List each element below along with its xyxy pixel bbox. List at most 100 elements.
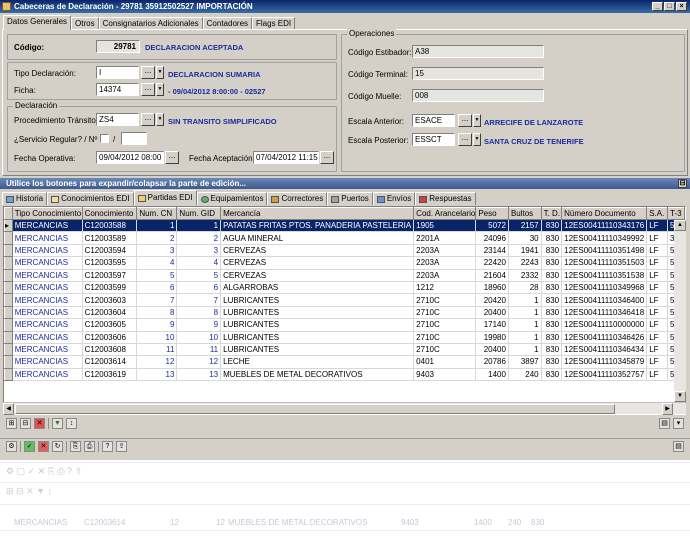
column-header[interactable]: T. D. — [540, 207, 563, 220]
refresh-icon[interactable]: ↻ — [52, 440, 63, 452]
row-indicator[interactable] — [4, 330, 13, 344]
grid-horizontal-scrollbar[interactable]: ◀ ▶ — [3, 402, 686, 415]
export-icon[interactable]: ⇪ — [116, 440, 127, 452]
escala-anterior-field[interactable]: ESACE — [412, 114, 455, 127]
column-header[interactable]: Num. CN — [136, 207, 178, 220]
column-header[interactable]: S.A. — [646, 207, 668, 220]
tab-correctores[interactable]: Correctores — [267, 192, 328, 205]
window-title-bar[interactable]: Cabeceras de Declaración - 29781 3591250… — [0, 0, 690, 13]
row-indicator[interactable] — [4, 367, 13, 382]
table-row[interactable]: MERCANCIAS C12003604 8 8 LUBRICANTES 2710C 204… — [4, 305, 685, 320]
tab-envios[interactable]: Envíos — [372, 192, 416, 205]
proc-field[interactable]: ZS4 — [96, 113, 139, 126]
tab-equipamientos[interactable]: Equipamientos — [196, 192, 268, 205]
tab-historia[interactable]: Historia — [2, 192, 48, 205]
table-row[interactable]: MERCANCIAS C12003589 2 2 AGUA MINERAL 2201A 24… — [4, 231, 685, 245]
table-row[interactable]: MERCANCIAS C12003595 4 4 CERVEZAS 2203A 22420 2… — [4, 256, 685, 270]
scroll-left-icon[interactable]: ◀ — [3, 403, 14, 415]
grid-layout-icon[interactable]: ▤ — [659, 418, 670, 429]
expand-collapse-bar[interactable]: Utilice los botones para expandir/colaps… — [0, 178, 690, 189]
table-row[interactable]: MERCANCIAS C12003606 10 10 LUBRICANTES 2710C 1… — [4, 330, 685, 344]
tab-conocimientos-edi[interactable]: Conocimientos EDI — [47, 192, 134, 205]
table-row[interactable]: MERCANCIAS C12003614 12 12 LECHE 0401 20786 389… — [4, 355, 685, 369]
first-record-icon[interactable]: ⊞ — [6, 418, 17, 429]
hscroll-thumb[interactable] — [15, 404, 615, 414]
column-header[interactable]: Mercancía — [220, 207, 415, 220]
help-icon[interactable]: ? — [102, 440, 113, 452]
column-header[interactable]: Tipo Conocimiento — [11, 207, 83, 220]
proc-dropdown-icon[interactable]: ▼ — [156, 113, 164, 126]
row-indicator[interactable] — [4, 318, 13, 332]
accept-icon[interactable]: ✓ — [24, 440, 35, 452]
copy-icon[interactable]: ⎘ — [70, 440, 81, 452]
column-header[interactable]: T-3 — [667, 207, 685, 220]
scroll-down-icon[interactable]: ▼ — [674, 391, 686, 402]
delete-record-icon[interactable]: ✕ — [34, 418, 45, 429]
tab-datos-generales[interactable]: Datos Generales — [3, 15, 72, 30]
escala-anterior-dropdown-icon[interactable]: ▼ — [473, 114, 481, 127]
row-indicator[interactable] — [4, 268, 13, 282]
fecha-operativa-field[interactable]: 09/04/2012 08:00 — [96, 151, 164, 164]
table-row[interactable]: MERCANCIAS C12003599 6 6 ALGARROBAS 1212 18960… — [4, 280, 685, 295]
tools-icon[interactable]: ⚙ — [6, 440, 17, 452]
proc-lookup-button[interactable]: ... — [141, 113, 155, 126]
grid-vertical-scrollbar[interactable]: ▲ ▼ — [674, 220, 686, 402]
table-row[interactable]: MERCANCIAS C12003605 9 9 LUBRICANTES 2710C 171… — [4, 318, 685, 332]
table-row[interactable]: MERCANCIAS C12003597 5 5 CERVEZAS 2203A 21604 2… — [4, 268, 685, 282]
table-row[interactable]: MERCANCIAS C12003603 7 7 LUBRICANTES 2710C 204… — [4, 293, 685, 307]
grid-options-icon[interactable]: ▾ — [673, 418, 684, 429]
row-indicator[interactable] — [4, 342, 13, 357]
ficha-field[interactable]: 14374 — [96, 83, 139, 96]
row-indicator[interactable] — [4, 293, 13, 307]
estibador-field[interactable]: A38 — [412, 45, 544, 58]
row-indicator[interactable] — [4, 305, 13, 320]
row-indicator[interactable]: ▸ — [4, 218, 13, 233]
escala-anterior-lookup[interactable]: ... — [458, 114, 472, 127]
maximize-button[interactable]: □ — [664, 2, 675, 11]
tab-partidas-edi[interactable]: Partidas EDI — [133, 190, 197, 205]
column-header[interactable]: Número Documento — [561, 207, 648, 220]
close-button[interactable]: × — [676, 2, 687, 11]
print-icon[interactable]: ⎙ — [84, 440, 95, 452]
fecha-aceptacion-field[interactable]: 07/04/2012 11:15 — [253, 151, 319, 164]
cancel-icon[interactable]: ✕ — [38, 440, 49, 452]
terminal-field[interactable]: 15 — [412, 67, 544, 80]
column-header[interactable]: Conocimiento — [81, 207, 138, 220]
row-indicator[interactable] — [4, 355, 13, 369]
tipo-lookup-button[interactable]: ... — [141, 66, 155, 79]
row-indicator[interactable] — [4, 243, 13, 258]
scroll-up-icon[interactable]: ▲ — [674, 220, 686, 231]
row-indicator[interactable] — [4, 256, 13, 270]
column-header[interactable]: Num. GID — [176, 207, 222, 220]
ficha-dropdown-icon[interactable]: ▼ — [156, 83, 164, 96]
filter-icon[interactable]: ▼ — [52, 418, 63, 429]
codigo-field[interactable]: 29781 — [96, 40, 140, 53]
row-indicator[interactable] — [4, 231, 13, 245]
column-header[interactable]: Bultos — [507, 207, 542, 220]
tipo-field[interactable]: I — [96, 66, 139, 79]
escala-posterior-lookup[interactable]: ... — [458, 133, 472, 146]
column-header[interactable]: Cod. Arancelario — [413, 207, 477, 220]
tab-respuestas[interactable]: Respuestas — [415, 192, 476, 205]
table-row[interactable]: MERCANCIAS C12003608 11 11 LUBRICANTES 2710C 2… — [4, 342, 685, 357]
muelle-field[interactable]: 008 — [412, 89, 544, 102]
tipo-dropdown-icon[interactable]: ▼ — [156, 66, 164, 79]
table-row[interactable]: MERCANCIAS C12003594 3 3 CERVEZAS 2203A 23144 1… — [4, 243, 685, 258]
ficha-lookup-button[interactable]: ... — [141, 83, 155, 96]
fecha-operativa-picker[interactable]: ... — [165, 151, 179, 164]
collapse-toggle-icon[interactable]: ⊟ — [678, 179, 687, 188]
prev-record-icon[interactable]: ⊟ — [20, 418, 31, 429]
escala-posterior-dropdown-icon[interactable]: ▼ — [473, 133, 481, 146]
column-header[interactable]: Peso — [475, 207, 509, 220]
servicio-checkbox[interactable] — [100, 134, 109, 143]
escala-posterior-field[interactable]: ESSCT — [412, 133, 455, 146]
tab-puertos[interactable]: Puertos — [327, 192, 373, 205]
fecha-aceptacion-picker[interactable]: ... — [320, 151, 334, 164]
scroll-right-icon[interactable]: ▶ — [662, 403, 673, 415]
servicio-number-field[interactable] — [121, 132, 147, 145]
row-indicator[interactable] — [4, 280, 13, 295]
table-row[interactable]: ▸ MERCANCIAS C12003588 1 1 PATATAS FRITAS PTO… — [4, 218, 685, 233]
minimize-button[interactable]: _ — [652, 2, 663, 11]
view-options-icon[interactable]: ▤ — [673, 440, 684, 452]
table-row[interactable]: MERCANCIAS C12003619 13 13 MUEBLES DE METAL … — [4, 367, 685, 382]
